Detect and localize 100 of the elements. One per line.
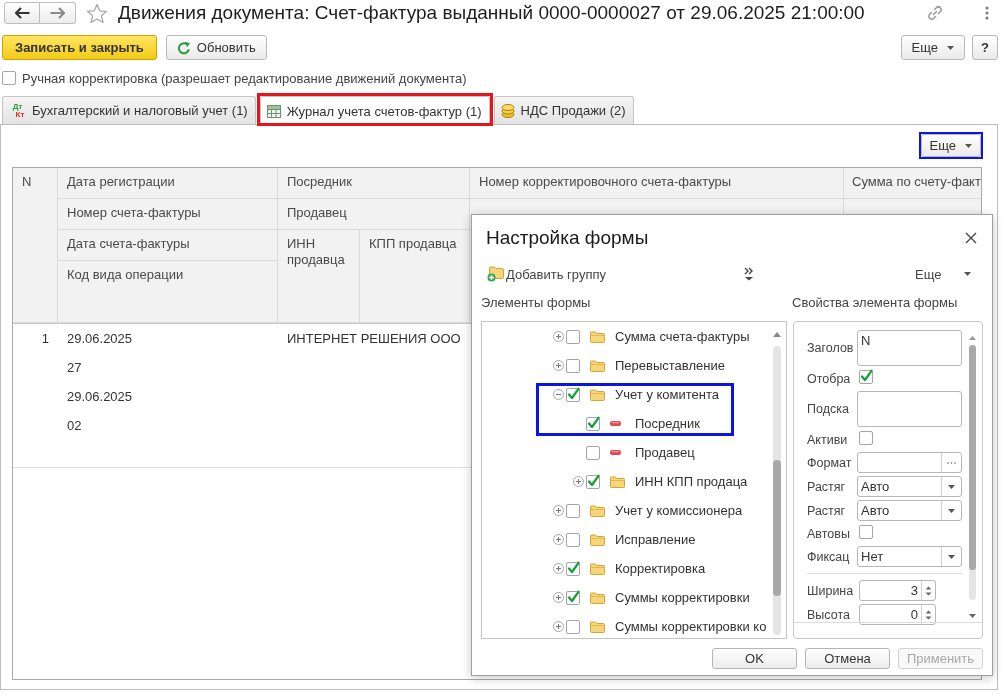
- expand-icon[interactable]: [553, 563, 564, 574]
- checkbox[interactable]: [565, 589, 581, 606]
- spin-icon[interactable]: [925, 608, 932, 621]
- column-header[interactable]: Номер корректировочного счета-фактуры: [470, 168, 844, 199]
- tree-item[interactable]: Учет у комиссионера: [615, 503, 743, 518]
- expand-icon[interactable]: [553, 331, 564, 342]
- input-field[interactable]: [857, 452, 962, 473]
- folder-icon: [590, 388, 605, 401]
- property-label: Формат: [807, 455, 853, 470]
- expand-icon[interactable]: [553, 621, 564, 632]
- folder-icon: [590, 562, 605, 575]
- section-label: Элементы формы: [481, 294, 591, 310]
- expand-icon[interactable]: [573, 476, 584, 487]
- arrow-up-icon[interactable]: [969, 336, 976, 340]
- refresh-icon: [176, 40, 191, 55]
- collapse-icon[interactable]: [553, 389, 564, 400]
- checkbox[interactable]: [565, 531, 581, 548]
- caret-icon: [948, 508, 955, 513]
- checkbox[interactable]: [565, 618, 581, 635]
- checkbox[interactable]: [858, 369, 874, 385]
- folder-icon: [590, 591, 605, 604]
- checkbox[interactable]: [565, 502, 581, 519]
- column-header[interactable]: Продавец: [278, 199, 470, 230]
- expand-icon[interactable]: [553, 534, 564, 545]
- checkbox[interactable]: [565, 560, 581, 577]
- column-header[interactable]: Код вида операции: [58, 261, 278, 323]
- tree-item[interactable]: Корректировка: [615, 561, 706, 576]
- column-header[interactable]: N: [13, 168, 58, 323]
- column-header[interactable]: Посредник: [278, 168, 470, 199]
- property-label: Подска: [807, 402, 850, 416]
- dialog-button[interactable]: OK: [712, 648, 797, 669]
- column-header[interactable]: ИНН продавца: [278, 230, 360, 323]
- arrow-left-icon: [14, 7, 30, 19]
- arrow-up-icon[interactable]: [773, 332, 781, 337]
- refresh-button[interactable]: Обновить: [165, 35, 267, 60]
- tree-item[interactable]: Перевыставление: [615, 358, 725, 373]
- tab[interactable]: Журнал учета счетов-фактур (1): [259, 96, 490, 125]
- expand-icon[interactable]: [553, 360, 564, 371]
- tab[interactable]: НДС Продажи (2): [493, 96, 634, 124]
- tree-item[interactable]: Суммы корректировки: [615, 590, 750, 605]
- folder-icon: [610, 475, 625, 488]
- scrollbar-track[interactable]: [773, 346, 781, 635]
- dropdown[interactable]: Авто: [857, 500, 962, 521]
- primary-button[interactable]: Записать и закрыть: [2, 35, 157, 60]
- folder-add-icon: [487, 266, 504, 282]
- coins-icon: [500, 103, 515, 118]
- dialog-button[interactable]: Отмена: [805, 648, 890, 669]
- tree-item[interactable]: Учет у комитента: [615, 387, 720, 402]
- checkbox[interactable]: [858, 524, 874, 540]
- checkbox[interactable]: [1, 70, 17, 86]
- text-area[interactable]: N: [857, 330, 962, 366]
- tree-item[interactable]: Суммы корректировки ко: [615, 619, 767, 634]
- tree-item[interactable]: Сумма счета-фактуры: [615, 329, 750, 344]
- back-button[interactable]: [4, 2, 40, 24]
- help-button[interactable]: ?: [972, 35, 998, 60]
- checkbox[interactable]: [565, 357, 581, 374]
- dropdown[interactable]: Нет: [857, 546, 962, 567]
- add-group-button[interactable]: Добавить группу: [487, 266, 606, 282]
- more-button[interactable]: Еще: [900, 35, 965, 60]
- expand-icon[interactable]: [553, 592, 564, 603]
- debit-credit-icon: Дт Кт: [9, 102, 26, 119]
- checkbox[interactable]: [585, 473, 601, 490]
- close-icon[interactable]: [965, 232, 977, 244]
- checkbox[interactable]: [585, 415, 601, 432]
- checkbox[interactable]: [585, 444, 601, 461]
- more-button[interactable]: Еще: [920, 134, 981, 157]
- column-header[interactable]: Дата регистрации: [58, 168, 278, 199]
- number-field[interactable]: 3: [859, 580, 936, 601]
- star-icon[interactable]: [86, 2, 108, 24]
- text-area[interactable]: [857, 391, 962, 427]
- section-label: Свойства элемента формы: [792, 294, 958, 310]
- checkbox-label[interactable]: Ручная корректировка (разрешает редактирование движений документа): [22, 70, 467, 86]
- folder-icon: [590, 504, 605, 517]
- column-header[interactable]: Сумма по счету-факт: [844, 168, 981, 199]
- checkbox[interactable]: [565, 386, 581, 403]
- double-chevron-icon[interactable]: [744, 267, 753, 281]
- spin-icon[interactable]: [925, 584, 932, 597]
- more-icon[interactable]: [985, 6, 989, 20]
- scrollbar-thumb[interactable]: [773, 460, 781, 596]
- checkbox[interactable]: [858, 430, 874, 446]
- property-label: Растяг: [807, 503, 847, 518]
- column-header[interactable]: КПП продавца: [360, 230, 470, 323]
- tree-item[interactable]: Исправление: [615, 532, 696, 547]
- tree-item[interactable]: Посредник: [635, 416, 700, 431]
- table-cell-text: 02: [67, 417, 82, 435]
- table-icon: [266, 104, 281, 118]
- ellipsis-icon: [947, 461, 956, 464]
- column-header[interactable]: Номер счета-фактуры: [58, 199, 278, 230]
- caret-icon: [948, 484, 955, 489]
- link-icon[interactable]: [927, 5, 943, 21]
- column-header[interactable]: Дата счета-фактуры: [58, 230, 278, 261]
- table-cell-text: 27: [67, 359, 82, 377]
- dropdown[interactable]: Авто: [857, 476, 962, 497]
- folder-icon: [590, 359, 605, 372]
- expand-icon[interactable]: [553, 505, 564, 516]
- checkbox[interactable]: [565, 328, 581, 345]
- tree-item[interactable]: ИНН КПП продаца: [635, 474, 748, 489]
- arrow-down-icon[interactable]: [969, 614, 976, 618]
- more-button[interactable]: Еще: [915, 266, 971, 282]
- tree-item[interactable]: Продавец: [635, 445, 695, 460]
